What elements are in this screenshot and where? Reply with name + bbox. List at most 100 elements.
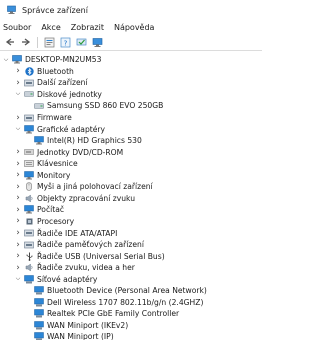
tree-device-item[interactable]: WAN Miniport (IKEv2) [32, 320, 128, 332]
tree-category-item[interactable]: ⌵ Síťové adaptéry [14, 273, 98, 285]
tree-device-item[interactable]: Realtek PCIe GbE Family Controller [32, 308, 179, 320]
device-tree[interactable]: ⌵ DESKTOP-MN2UM53 › Bluetooth › Další zaříz… [0, 51, 262, 340]
tree-category-item[interactable]: › Bluetooth [14, 66, 74, 78]
network-adapter-icon [34, 309, 44, 318]
display-adapter-icon [34, 136, 44, 145]
tree-category-item[interactable]: › Procesory [14, 216, 74, 228]
window-title: Správce zařízení [22, 5, 88, 15]
expand-icon[interactable]: › [14, 251, 22, 261]
menu-help[interactable]: Nápověda [114, 23, 155, 32]
tree-item-label: WAN Miniport (IKEv2) [47, 320, 129, 330]
tree-item-label: Další zařízení [37, 78, 88, 88]
help-button[interactable]: ? [59, 36, 71, 48]
tree-category-item[interactable]: › Řadiče paměťových zařízení [14, 239, 144, 251]
tree-category-item[interactable]: › Další zařízení [14, 77, 88, 89]
expand-icon[interactable]: › [14, 170, 22, 180]
collapse-icon[interactable]: ⌵ [14, 90, 22, 98]
tree-item-label: Síťové adaptéry [37, 274, 98, 284]
tree-category-item[interactable]: › Objekty zpracování zvuku [14, 193, 135, 205]
network-adapter-icon [34, 298, 44, 307]
menu-file[interactable]: Soubor [3, 23, 31, 32]
tree-category-item[interactable]: › Klávesnice [14, 158, 77, 170]
menu-view[interactable]: Zobrazit [71, 23, 104, 32]
expand-icon[interactable]: › [14, 263, 22, 273]
tree-category-item[interactable]: ⌵ Diskové jednotky [14, 89, 102, 101]
menu-bar: Soubor Akce Zobrazit Nápověda [0, 21, 262, 33]
tree-device-item[interactable]: WAN Miniport (IP) [32, 331, 114, 340]
scan-button[interactable] [75, 36, 87, 48]
expand-icon[interactable]: › [14, 66, 22, 76]
tree-category-item[interactable]: ⌵ Grafické adaptéry [14, 123, 105, 135]
svg-text:?: ? [63, 39, 67, 47]
collapse-icon[interactable]: ⌵ [14, 275, 22, 283]
tree-item-label: Dell Wireless 1707 802.11b/g/n (2.4GHZ) [47, 297, 204, 307]
tree-device-item[interactable]: Dell Wireless 1707 802.11b/g/n (2.4GHZ) [32, 297, 203, 309]
tree-item-label: Řadiče USB (Universal Serial Bus) [37, 251, 165, 261]
forward-button[interactable] [20, 36, 32, 48]
bluetooth-icon [24, 67, 34, 76]
tree-item-label: Intel(R) HD Graphics 530 [47, 136, 142, 146]
tree-root-label: DESKTOP-MN2UM53 [25, 55, 102, 65]
network-adapter-icon [34, 321, 44, 330]
back-button[interactable] [4, 36, 16, 48]
tree-item-label: Jednotky DVD/CD-ROM [37, 147, 124, 157]
scan-icon [76, 38, 86, 45]
tree-item-label: Firmware [37, 113, 72, 122]
display-adapter-icon [24, 124, 34, 134]
dvd-icon [24, 148, 34, 157]
audio-icon [24, 194, 34, 203]
tree-item-label: Myši a jiná polohovací zařízení [37, 182, 153, 192]
tree-category-item[interactable]: › Monitory [14, 170, 70, 182]
speaker-icon [24, 263, 34, 272]
tree-item-label: Řadiče IDE ATA/ATAPI [37, 228, 118, 238]
monitor-icon [92, 37, 102, 47]
tree-category-item[interactable]: › Myši a jiná polohovací zařízení [14, 181, 153, 193]
expand-icon[interactable]: › [14, 228, 22, 238]
tree-category-item[interactable]: › Firmware [14, 112, 72, 124]
collapse-icon[interactable]: ⌵ [14, 125, 22, 133]
usb-icon [24, 252, 34, 261]
tree-category-item[interactable]: › Počítač [14, 204, 64, 216]
properties-button[interactable] [43, 36, 55, 48]
collapse-icon[interactable]: ⌵ [2, 56, 10, 64]
tree-item-label: Objekty zpracování zvuku [37, 193, 136, 203]
disk-icon [34, 101, 44, 110]
help-icon: ? [60, 37, 70, 47]
tree-item-label: Monitory [37, 170, 71, 180]
toolbar: ? [0, 34, 262, 51]
expand-icon[interactable]: › [14, 193, 22, 203]
monitor-icon [24, 171, 34, 180]
tree-item-label: Diskové jednotky [37, 89, 102, 99]
expand-icon[interactable]: › [14, 205, 22, 215]
tree-device-item[interactable]: Intel(R) HD Graphics 530 [32, 135, 142, 147]
expand-icon[interactable]: › [14, 147, 22, 157]
tree-item-label: Bluetooth [37, 66, 74, 76]
tree-device-item[interactable]: Bluetooth Device (Personal Area Network) [32, 285, 207, 297]
tree-root[interactable]: ⌵ DESKTOP-MN2UM53 [2, 54, 102, 66]
back-arrow-icon [5, 38, 14, 46]
network-adapter-icon [34, 332, 44, 340]
storage-controller-icon [24, 240, 34, 249]
expand-icon[interactable]: › [14, 216, 22, 226]
expand-icon[interactable]: › [14, 78, 22, 88]
tree-item-label: Řadiče paměťových zařízení [37, 240, 144, 250]
toolbar-separator [37, 36, 38, 48]
properties-icon [44, 37, 54, 47]
monitor-button[interactable] [91, 36, 103, 48]
tree-category-item[interactable]: › Jednotky DVD/CD-ROM [14, 146, 123, 158]
expand-icon[interactable]: › [14, 113, 22, 123]
processor-icon [24, 217, 34, 226]
computer-icon [12, 55, 22, 64]
tree-item-label: Realtek PCIe GbE Family Controller [47, 309, 180, 319]
menu-action[interactable]: Akce [41, 23, 60, 32]
expand-icon[interactable]: › [14, 159, 22, 169]
tree-category-item[interactable]: › Řadiče zvuku, videa a her [14, 262, 135, 274]
expand-icon[interactable]: › [14, 240, 22, 250]
other-devices-icon [24, 78, 34, 87]
tree-device-item[interactable]: Samsung SSD 860 EVO 250GB [32, 100, 163, 112]
tree-category-item[interactable]: › Řadiče USB (Universal Serial Bus) [14, 250, 165, 262]
forward-arrow-icon [22, 38, 31, 46]
tree-category-item[interactable]: › Řadiče IDE ATA/ATAPI [14, 227, 117, 239]
tree-item-label: WAN Miniport (IP) [47, 332, 114, 340]
expand-icon[interactable]: › [14, 182, 22, 192]
